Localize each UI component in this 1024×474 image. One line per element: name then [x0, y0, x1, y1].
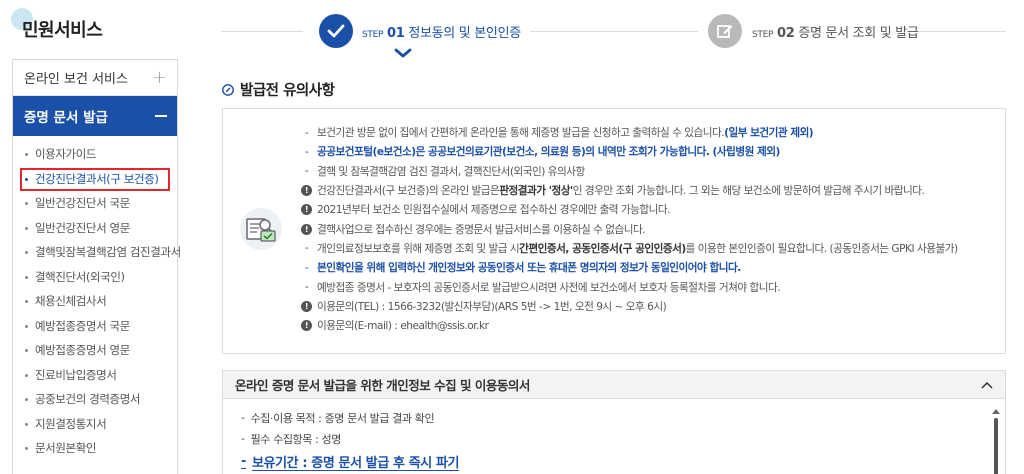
check-icon [327, 24, 345, 38]
sidebar-item-payment-certificate[interactable]: 진료비납입증명서 [13, 363, 177, 388]
bullet-icon [25, 422, 28, 426]
notice-item: - 공공보건포털(e보건소)은 공공보건의료기관(보건소, 의료원 등)의 내역만… [304, 145, 781, 159]
notice-item: - 본인확인을 위해 입력하신 개인정보와 공동인증서 또는 휴대폰 명의자의 정… [304, 261, 741, 275]
bullet-icon [25, 202, 28, 205]
sidebar-item-support-notice[interactable]: 지원결정통지서 [13, 412, 177, 437]
submenu: 이용자가이드 건강진단결과서(구 보건증) 일반건강진단서 국문 일반건강진단서… [13, 136, 181, 461]
minus-icon[interactable] [155, 115, 167, 117]
info-icon: ! [301, 320, 312, 332]
plus-icon[interactable]: + [152, 67, 167, 88]
menu-certificate-issue[interactable]: 증명 문서 발급 [13, 96, 177, 136]
bullet-icon [25, 447, 28, 450]
info-icon: ! [301, 204, 312, 216]
notice-item: ! 이용문의(E-mail) : ehealth@ssis.or.kr [301, 316, 958, 335]
consent-header[interactable]: 온라인 증명 문서 발급을 위한 개인정보 수집 및 이용동의서 [223, 371, 1005, 399]
bullet-icon [25, 300, 28, 303]
steps-divider [918, 31, 1006, 32]
step2-indicator [708, 14, 742, 48]
sidebar-item-career-certificate[interactable]: 공중보건의 경력증명서 [13, 387, 177, 412]
sidebar-item-health-certificate[interactable]: 건강진단결과서(구 보건증) [13, 167, 177, 192]
consent-retention: - 보유기간 : 증명 문서 발급 후 즉시 파기 [241, 453, 460, 471]
info-icon: ! [301, 223, 312, 235]
consent-line: - 필수 수집항목 : 성명 [241, 432, 341, 446]
step1-label: STEP 01 정보동의 및 본인인증 [362, 26, 521, 41]
sidebar-item-user-guide[interactable]: 이용자가이드 [13, 142, 177, 167]
sidebar-item-tb-screening[interactable]: 결핵및잠복결핵감염 검진결과서 [13, 240, 181, 265]
notice-item: ! 이용문의(TEL) : 1566-3232(발신자부담)(ARS 5번 -> … [301, 297, 958, 316]
steps-divider [530, 31, 698, 32]
menu-certificate-issue-label: 증명 문서 발급 [24, 110, 108, 126]
sidebar-item-tb-diagnosis[interactable]: 결핵진단서(외국인) [13, 265, 177, 290]
sidebar-title: 민원서비스 [22, 20, 103, 41]
consent-panel: 온라인 증명 문서 발급을 위한 개인정보 수집 및 이용동의서 - 수집·이용 … [222, 370, 1006, 474]
bullet-icon [25, 226, 28, 230]
notice-item: ! 결핵사업으로 접수하신 경우에는 증명문서 발급서비스를 이용하실 수 없습니… [301, 219, 958, 238]
sidebar-item-vaccination-kr[interactable]: 예방접종증명서 국문 [13, 314, 177, 339]
consent-body: - 수집·이용 목적 : 증명 문서 발급 결과 확인 - 필수 수집항목 : 성명… [223, 399, 1005, 473]
section-heading: 발급전 유의사항 [222, 79, 335, 100]
sidebar: 온라인 보건 서비스 + 증명 문서 발급 이용자가이드 건강진단결과서(구 보… [12, 59, 181, 474]
chevron-up-icon[interactable] [981, 381, 993, 389]
notice-list: - 보건기관 방문 없이 집에서 간편하게 온라인을 통해 제증명 발급을 신청하… [301, 123, 958, 335]
pencil-icon [717, 25, 733, 38]
sidebar-item-employment-physical[interactable]: 채용신체검사서 [13, 289, 177, 314]
menu-online-health-service[interactable]: 온라인 보건 서비스 + [13, 60, 177, 96]
bullet-icon [25, 398, 28, 401]
step2-label: STEP 02 증명 문서 조회 및 발급 [752, 26, 919, 41]
notice-item: ! 2021년부터 보건소 민원접수실에서 제증명으로 접수하신 경우에만 출력 … [301, 200, 958, 219]
notice-item: - 개인의료정보보호를 위해 제증명 조회 및 발급 시 간편인증서, 공동인증서… [304, 242, 958, 255]
consent-line: - 수집·이용 목적 : 증명 문서 발급 결과 확인 [241, 411, 435, 425]
current-item-highlight [20, 167, 170, 191]
sidebar-item-general-checkup-en[interactable]: 일반건강진단서 영문 [13, 216, 177, 241]
notice-box: - 보건기관 방문 없이 집에서 간편하게 온라인을 통해 제증명 발급을 신청하… [222, 108, 1006, 354]
menu-online-health-service-label: 온라인 보건 서비스 [24, 72, 128, 87]
scroll-thumb[interactable] [994, 418, 998, 474]
bullet-icon [25, 324, 28, 328]
steps-divider [221, 31, 303, 32]
notice-item: - 예방접종 증명서 - 보호자의 공동인증서로 발급받으시려면 사전에 보건소에… [304, 281, 781, 294]
step1-indicator [319, 14, 353, 48]
pencil-circle-icon [222, 83, 234, 96]
notice-item: - 보건기관 방문 없이 집에서 간편하게 온라인을 통해 제증명 발급을 신청하… [304, 126, 814, 140]
sidebar-item-vaccination-en[interactable]: 예방접종증명서 영문 [13, 338, 177, 363]
document-search-icon [240, 208, 282, 250]
sidebar-item-original-verify[interactable]: 문서원본확인 [13, 436, 177, 461]
bullet-icon [25, 275, 28, 279]
info-icon: ! [301, 185, 312, 197]
info-icon: ! [301, 300, 312, 312]
bullet-icon [25, 349, 28, 352]
consent-scrollbar[interactable] [991, 409, 1001, 474]
bullet-icon [25, 373, 28, 377]
consent-title: 온라인 증명 문서 발급을 위한 개인정보 수집 및 이용동의서 [235, 378, 530, 393]
bullet-icon [25, 251, 28, 254]
bullet-icon [25, 177, 28, 181]
bullet-icon [25, 153, 28, 156]
scroll-up-arrow[interactable] [992, 409, 1000, 414]
sidebar-item-general-checkup-kr[interactable]: 일반건강진단서 국문 [13, 191, 177, 216]
notice-item: ! 건강진단결과서(구 보건증)의 온라인 발급은 판정결과가 '정상' 인 경우만… [301, 181, 958, 200]
notice-item: - 결핵 및 잠복결핵감염 검진 결과서, 결핵진단서(외국인) 유의사항 [304, 165, 585, 178]
chevron-down-icon [394, 48, 412, 58]
